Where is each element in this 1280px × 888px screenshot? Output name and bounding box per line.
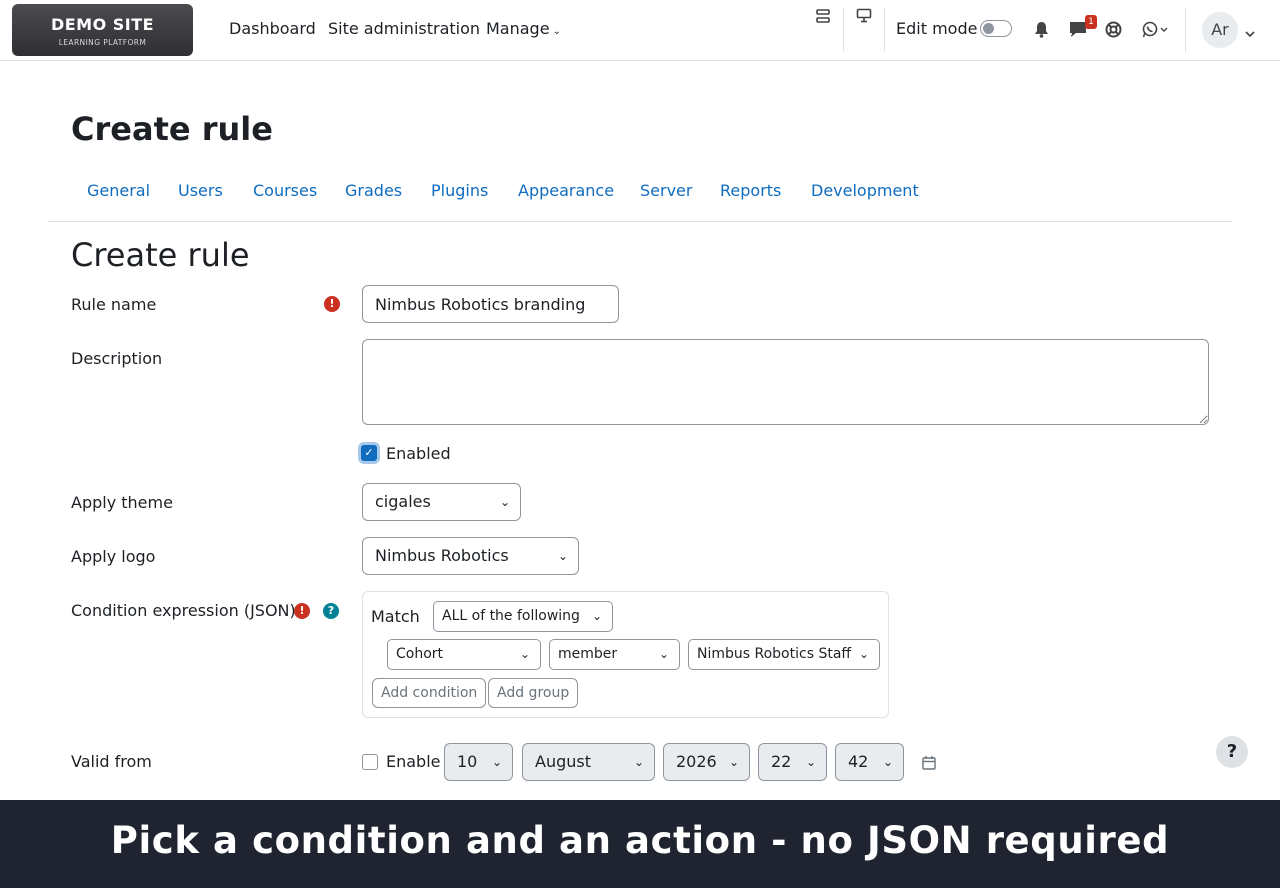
support-lifebuoy-icon[interactable] [1105,21,1122,42]
description-label: Description [71,349,163,368]
condition-expression-label: Condition expression (JSON) [71,601,296,620]
tab-grades[interactable]: Grades [345,181,402,200]
valid-from-month-select[interactable]: August ⌄ [522,743,655,781]
required-icon: ! [294,603,310,619]
chevron-down-icon: ⌄ [591,609,602,623]
chevron-down-icon: ⌄ [805,755,816,769]
edit-mode-label: Edit mode [896,19,978,38]
tab-users[interactable]: Users [178,181,223,200]
description-textarea[interactable] [362,339,1209,425]
tab-general[interactable]: General [87,181,150,200]
chevron-down-icon: ⌄ [557,549,568,563]
nav-manage[interactable]: Manage ⌄ [486,19,561,38]
chevron-down-icon: ⌄ [499,495,510,509]
navbar-divider [1185,8,1186,52]
apply-logo-select[interactable]: Nimbus Robotics ⌄ [362,537,579,575]
valid-from-label: Valid from [71,752,152,771]
minute-value: 42 [848,752,869,771]
edit-mode-toggle[interactable] [980,20,1012,37]
chevron-down-icon[interactable] [1244,24,1256,43]
chevron-down-icon: ⌄ [491,755,502,769]
add-group-button[interactable]: Add group [488,678,579,708]
page-title: Create rule [71,110,273,148]
enabled-checkbox[interactable]: ✓ [361,445,377,461]
whatsapp-icon[interactable] [1142,21,1170,42]
site-logo-title: DEMO SITE [50,15,155,34]
tab-reports[interactable]: Reports [720,181,781,200]
apply-theme-select[interactable]: cigales ⌄ [362,483,521,521]
monitor-icon[interactable] [856,8,872,27]
chevron-down-icon: ⌄ [858,647,869,661]
navbar-divider [884,8,885,52]
caption-banner: Pick a condition and an action - no JSON… [0,800,1280,888]
year-value: 2026 [676,752,717,771]
valid-from-minute-select[interactable]: 42 ⌄ [835,743,904,781]
tab-courses[interactable]: Courses [253,181,317,200]
match-label: Match [371,607,420,626]
required-icon: ! [324,296,340,312]
condition-operator-select[interactable]: member ⌄ [549,639,680,670]
nav-dashboard[interactable]: Dashboard [229,19,316,38]
apply-logo-label: Apply logo [71,547,156,566]
match-select[interactable]: ALL of the following ⌄ [433,601,613,632]
enabled-label: Enabled [386,444,451,463]
tab-plugins[interactable]: Plugins [431,181,488,200]
nav-manage-label: Manage [486,19,550,38]
day-value: 10 [457,752,478,771]
condition-value-select[interactable]: Nimbus Robotics Staff ⌄ [688,639,880,670]
site-logo-subtitle: LEARNING PLATFORM [58,38,147,47]
top-navbar: DEMO SITE LEARNING PLATFORM Dashboard Si… [0,0,1280,61]
match-value: ALL of the following [442,608,580,624]
apply-theme-label: Apply theme [71,493,173,512]
month-value: August [535,752,591,771]
apply-theme-value: cigales [375,492,431,511]
tab-appearance[interactable]: Appearance [518,181,614,200]
condition-field-value: Cohort [396,646,444,662]
tab-server[interactable]: Server [640,181,692,200]
chevron-down-icon: ⌄ [633,755,644,769]
floating-help-button[interactable]: ? [1216,736,1248,768]
user-avatar[interactable]: Ar [1202,12,1238,48]
messages-count-badge: 1 [1085,15,1097,29]
chevron-down-icon: ⌄ [519,647,530,661]
valid-from-year-select[interactable]: 2026 ⌄ [663,743,750,781]
valid-from-day-select[interactable]: 10 ⌄ [444,743,513,781]
add-condition-button[interactable]: Add condition [372,678,487,708]
check-icon: ✓ [364,446,374,459]
condition-value-value: Nimbus Robotics Staff [697,646,852,662]
toggle-knob [983,23,994,34]
chevron-down-icon: ⌄ [882,755,893,769]
hour-value: 22 [771,752,792,771]
nav-site-administration[interactable]: Site administration [328,19,480,38]
tab-development[interactable]: Development [811,181,919,200]
chevron-down-icon: ⌄ [728,755,739,769]
rule-name-label: Rule name [71,295,157,314]
valid-from-hour-select[interactable]: 22 ⌄ [758,743,827,781]
site-logo[interactable]: DEMO SITE LEARNING PLATFORM [12,4,193,56]
condition-operator-value: member [558,646,618,662]
apply-logo-value: Nimbus Robotics [375,546,509,565]
admin-tabs: General Users Courses Grades Plugins App… [48,168,1232,222]
help-icon[interactable]: ? [323,603,339,619]
bell-icon[interactable] [1034,21,1049,42]
form-heading: Create rule [71,236,250,274]
valid-from-enable-label: Enable [386,752,441,771]
chevron-down-icon: ⌄ [552,26,561,37]
chevron-down-icon: ⌄ [658,647,669,661]
valid-from-enable-checkbox[interactable] [362,754,378,770]
navbar-divider [843,8,844,52]
rule-name-input[interactable] [362,285,619,323]
blocks-drawer-icon[interactable] [815,8,831,28]
calendar-icon[interactable] [922,755,936,774]
condition-builder: Match ALL of the following ⌄ Cohort ⌄ me… [362,591,889,718]
condition-field-select[interactable]: Cohort ⌄ [387,639,541,670]
